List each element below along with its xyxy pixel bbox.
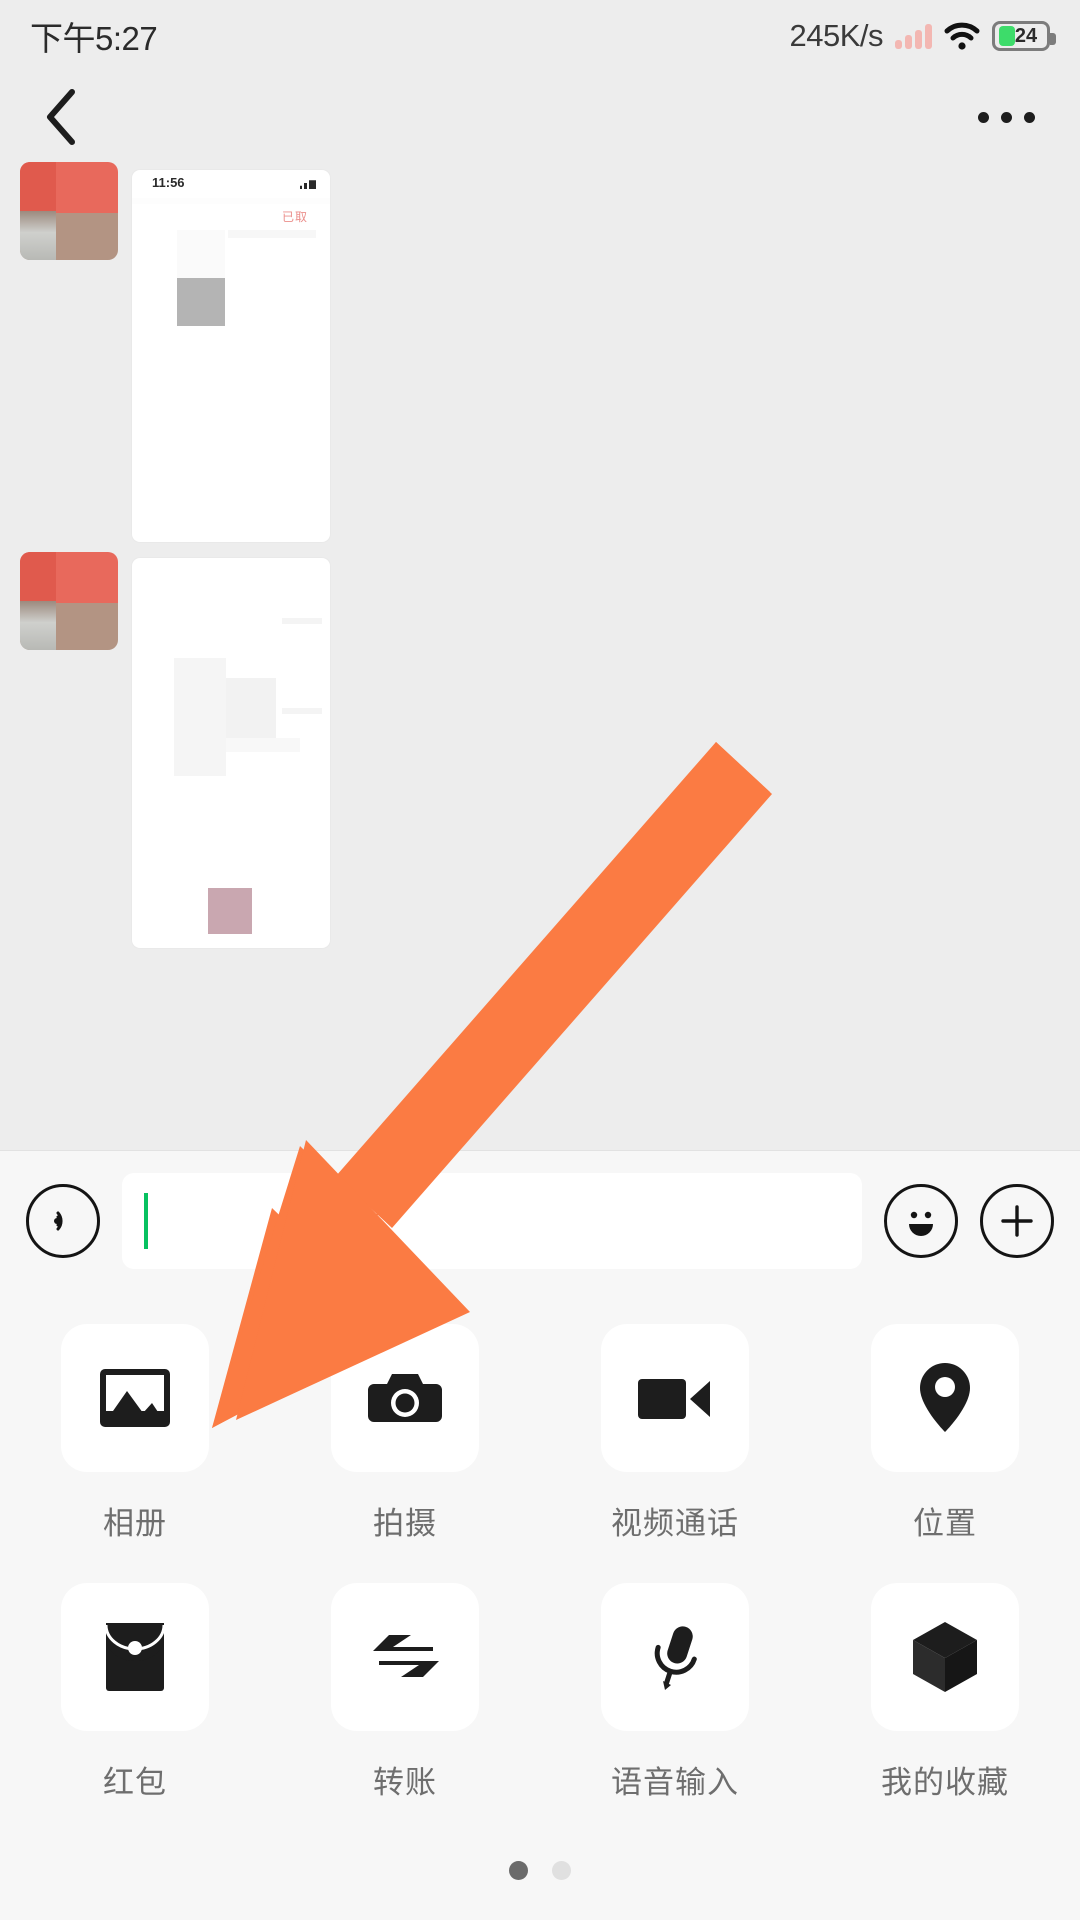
camera-icon [368, 1374, 442, 1422]
attachment-label: 位置 [913, 1506, 977, 1541]
attachment-item-album[interactable]: 相册 [0, 1324, 270, 1543]
status-bar-time: 下午5:27 [30, 20, 158, 57]
red-packet-tile[interactable] [61, 1583, 209, 1731]
panel-page-indicator [0, 1861, 1080, 1880]
embedded-screenshot-note: 已取 [281, 210, 308, 224]
screen: 下午5:27 245K/s 24 11:56 已取 相册 拍摄 视频通话 位置 … [0, 0, 1080, 1920]
nav-bar [0, 72, 1080, 162]
transfer-arrows-icon [373, 1635, 439, 1677]
attachment-item-voice-input[interactable]: 语音输入 [540, 1583, 810, 1802]
cube-favorites-icon [913, 1622, 977, 1692]
emoji-button[interactable] [884, 1183, 958, 1258]
attachment-label: 语音输入 [611, 1765, 739, 1800]
voice-input-button[interactable] [26, 1183, 100, 1258]
text-caret [144, 1192, 148, 1249]
attachment-label: 拍摄 [373, 1506, 437, 1541]
chevron-left-icon [47, 89, 75, 145]
attachment-item-camera[interactable]: 拍摄 [270, 1324, 540, 1543]
more-options-button[interactable] [966, 87, 1046, 147]
battery-level-label: 24 [1014, 24, 1038, 47]
embedded-screenshot-time: 11:56 [152, 175, 185, 190]
smiley-face-icon [909, 1211, 933, 1236]
video-call-tile[interactable] [601, 1324, 749, 1472]
chat-message[interactable]: 11:56 已取 [20, 162, 330, 542]
wifi-icon [944, 22, 980, 50]
attachment-item-red-packet[interactable]: 红包 [0, 1583, 270, 1802]
attachment-label: 转账 [373, 1765, 437, 1800]
video-call-icon [638, 1379, 710, 1419]
photo-album-icon [100, 1369, 170, 1427]
embedded-screenshot-statusbar: 11:56 [132, 170, 330, 196]
attachment-panel[interactable]: 相册 拍摄 视频通话 位置 红包 转账 语音输入 我的收藏 [0, 1290, 1080, 1920]
more-horizontal-icon [977, 111, 989, 123]
red-packet-icon [104, 1623, 166, 1691]
back-button[interactable] [26, 82, 96, 152]
avatar[interactable] [20, 552, 118, 650]
attachment-label: 红包 [103, 1765, 167, 1800]
album-tile[interactable] [61, 1324, 209, 1472]
transfer-tile[interactable] [331, 1583, 479, 1731]
favorites-tile[interactable] [871, 1583, 1019, 1731]
attachment-item-video-call[interactable]: 视频通话 [540, 1324, 810, 1543]
more-functions-button[interactable] [980, 1183, 1054, 1258]
status-bar: 下午5:27 245K/s 24 [0, 0, 1080, 72]
chat-input-bar[interactable] [0, 1150, 1080, 1290]
voice-input-tile[interactable] [601, 1583, 749, 1731]
network-speed-label: 245K/s [789, 18, 883, 53]
attachment-item-transfer[interactable]: 转账 [270, 1583, 540, 1802]
microphone-icon [654, 1626, 697, 1690]
attachment-label: 我的收藏 [881, 1765, 1009, 1800]
camera-tile[interactable] [331, 1324, 479, 1472]
chat-message-list[interactable]: 11:56 已取 [0, 162, 1080, 1150]
plus-circle-icon [1001, 1204, 1033, 1237]
location-pin-icon [920, 1363, 970, 1432]
battery-icon: 24 [992, 21, 1056, 51]
message-text-input[interactable] [122, 1172, 862, 1269]
attachment-item-favorites[interactable]: 我的收藏 [810, 1583, 1080, 1802]
avatar[interactable] [20, 162, 118, 260]
image-message-bubble[interactable] [132, 558, 330, 948]
image-message-bubble[interactable]: 11:56 已取 [132, 170, 330, 542]
attachment-label: 视频通话 [611, 1506, 739, 1541]
attachment-grid: 相册 拍摄 视频通话 位置 红包 转账 语音输入 我的收藏 [0, 1324, 1080, 1802]
chat-message[interactable] [20, 552, 330, 948]
attachment-label: 相册 [103, 1506, 167, 1541]
page-dot-inactive[interactable] [552, 1861, 571, 1880]
location-tile[interactable] [871, 1324, 1019, 1472]
page-dot-active[interactable] [509, 1861, 528, 1880]
embedded-signal-icon [300, 180, 316, 189]
attachment-item-location[interactable]: 位置 [810, 1324, 1080, 1543]
status-bar-indicators: 245K/s 24 [789, 18, 1056, 54]
signal-bars-icon [895, 23, 932, 49]
voice-wave-icon [54, 1211, 63, 1230]
